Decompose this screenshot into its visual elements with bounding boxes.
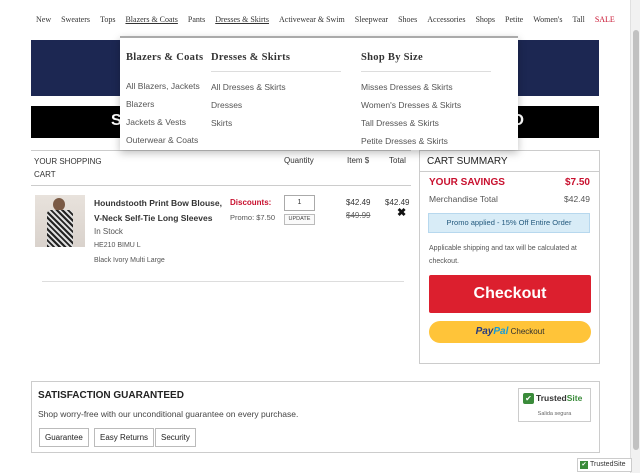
dropdown-heading-size[interactable]: Shop By Size: [361, 52, 491, 63]
dropdown-column-dresses: Dresses & Skirts All Dresses & Skirts Dr…: [211, 52, 341, 132]
dropdown-link-jackets-vests[interactable]: Jackets & Vests: [126, 113, 203, 131]
nav-shops[interactable]: Shops: [470, 0, 500, 40]
satisfaction-title: SATISFACTION GUARANTEED: [38, 390, 184, 401]
dropdown-link-tall[interactable]: Tall Dresses & Skirts: [361, 114, 491, 132]
item-price: $42.49: [346, 198, 371, 207]
top-nav: New Sweaters Tops Blazers & Coats Pants …: [0, 0, 630, 40]
column-header-quantity: Quantity: [284, 156, 314, 165]
product-sku: HE210 BIMU L: [94, 242, 141, 249]
nav-dresses-skirts[interactable]: Dresses & Skirts: [210, 0, 274, 40]
tab-security[interactable]: Security: [155, 428, 196, 447]
dropdown-heading-dresses[interactable]: Dresses & Skirts: [211, 52, 341, 63]
product-stock-status: In Stock: [94, 227, 123, 236]
item-total: $42.49: [385, 198, 410, 207]
trustedsite-badge[interactable]: ✔ TrustedSite Salida segura: [518, 388, 591, 422]
dropdown-link-petite[interactable]: Petite Dresses & Skirts: [361, 132, 491, 150]
nav-womens[interactable]: Women's: [528, 0, 567, 40]
dropdown-link-womens[interactable]: Women's Dresses & Skirts: [361, 96, 491, 114]
product-image[interactable]: [35, 195, 85, 247]
check-icon: ✔: [580, 461, 588, 469]
cart-title: YOUR SHOPPING CART: [34, 157, 102, 179]
remove-item-icon[interactable]: ✖: [397, 207, 406, 219]
tab-easy-returns[interactable]: Easy Returns: [94, 428, 155, 447]
column-header-total: Total: [389, 156, 406, 165]
dropdown-link-skirts[interactable]: Skirts: [211, 114, 341, 132]
savings-label: YOUR SAVINGS: [429, 177, 505, 188]
cart-summary-panel: CART SUMMARY YOUR SAVINGS $7.50 Merchand…: [419, 150, 600, 364]
paypal-logo-pal: Pal: [493, 326, 509, 337]
scrollbar-thumb[interactable]: [633, 30, 639, 450]
trustedsite-corner-label: TrustedSite: [590, 461, 626, 468]
dropdown-link-all-dresses[interactable]: All Dresses & Skirts: [211, 78, 341, 96]
summary-divider: [420, 171, 599, 172]
model-blouse: [47, 210, 73, 247]
dropdown-link-misses[interactable]: Misses Dresses & Skirts: [361, 78, 491, 96]
paypal-logo-pay: Pay: [475, 326, 494, 337]
tab-guarantee[interactable]: Guarantee: [39, 428, 89, 447]
satisfaction-section: SATISFACTION GUARANTEED Shop worry-free …: [31, 381, 600, 453]
trustedsite-name-part1: Trusted: [536, 393, 567, 403]
merchandise-total-label: Merchandise Total: [429, 194, 498, 204]
dropdown-link-outerwear-coats[interactable]: Outerwear & Coats: [126, 131, 203, 149]
nav-activewear-swim[interactable]: Activewear & Swim: [274, 0, 350, 40]
nav-accessories[interactable]: Accessories: [422, 0, 470, 40]
cart-row-divider: [42, 281, 404, 282]
dropdown-link-all-blazers[interactable]: All Blazers, Jackets: [126, 77, 203, 95]
dropdown-link-dresses[interactable]: Dresses: [211, 96, 341, 114]
nav-tops[interactable]: Tops: [95, 0, 120, 40]
nav-pants[interactable]: Pants: [183, 0, 210, 40]
merchandise-total-value: $42.49: [564, 194, 590, 204]
dropdown-column-size: Shop By Size Misses Dresses & Skirts Wom…: [361, 52, 491, 150]
cart-table-header: YOUR SHOPPING CART Quantity Item $ Total: [31, 150, 411, 186]
savings-value: $7.50: [564, 177, 590, 188]
satisfaction-text: Shop worry-free with our unconditional g…: [38, 409, 299, 419]
trustedsite-corner-badge[interactable]: ✔ TrustedSite: [577, 458, 632, 472]
shipping-tax-note: Applicable shipping and tax will be calc…: [429, 245, 577, 265]
nav-shoes[interactable]: Shoes: [393, 0, 422, 40]
checkout-button[interactable]: Checkout: [429, 275, 591, 313]
nav-sweaters[interactable]: Sweaters: [56, 0, 95, 40]
dropdown-heading-blazers[interactable]: Blazers & Coats: [126, 52, 203, 63]
cart-summary-title: CART SUMMARY: [427, 156, 508, 167]
product-color-size: Black Ivory Multi Large: [94, 257, 165, 264]
discounts-label: Discounts:: [230, 198, 272, 207]
nav-blazers-coats[interactable]: Blazers & Coats: [120, 0, 182, 40]
dropdown-divider: [361, 71, 491, 72]
trustedsite-name: TrustedSite: [536, 393, 582, 403]
nav-sleepwear[interactable]: Sleepwear: [350, 0, 393, 40]
page-scrollbar[interactable]: [630, 0, 640, 473]
nav-dropdown-menu: Blazers & Coats All Blazers, Jackets Bla…: [120, 36, 518, 150]
update-quantity-button[interactable]: UPDATE: [284, 214, 315, 225]
paypal-checkout-button[interactable]: PayPal Checkout: [429, 321, 591, 343]
nav-new[interactable]: New: [31, 0, 56, 40]
nav-tall[interactable]: Tall: [567, 0, 589, 40]
promo-applied-notice: Promo applied - 15% Off Entire Order: [428, 213, 590, 233]
paypal-checkout-label: Checkout: [510, 327, 545, 336]
nav-petite[interactable]: Petite: [500, 0, 528, 40]
check-icon: ✔: [523, 393, 534, 404]
trustedsite-subtitle: Salida segura: [537, 411, 572, 417]
column-header-item-price: Item $: [347, 156, 370, 165]
nav-sale[interactable]: SALE: [590, 0, 620, 40]
dropdown-column-blazers: Blazers & Coats All Blazers, Jackets Bla…: [126, 52, 203, 149]
dropdown-divider: [211, 71, 341, 72]
quantity-input[interactable]: 1: [284, 195, 315, 211]
dropdown-link-blazers[interactable]: Blazers: [126, 95, 203, 113]
promo-discount: Promo: $7.50: [230, 213, 276, 222]
item-original-price: $49.99: [346, 211, 371, 220]
trustedsite-name-part2: Site: [566, 393, 583, 403]
product-name-link[interactable]: Houndstooth Print Bow Blouse, V-Neck Sel…: [94, 196, 224, 226]
